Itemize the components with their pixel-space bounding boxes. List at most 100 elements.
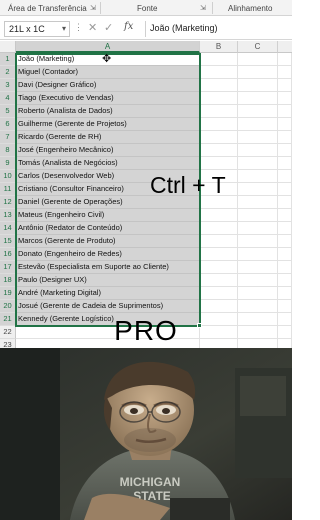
cell-a[interactable]: Miguel (Contador): [16, 66, 200, 79]
row-header[interactable]: 2: [0, 66, 16, 79]
cell-a[interactable]: Ricardo (Gerente de RH): [16, 131, 200, 144]
empty-cell[interactable]: [238, 274, 278, 287]
empty-cell[interactable]: [238, 235, 278, 248]
empty-cell[interactable]: [200, 157, 238, 170]
empty-cell[interactable]: [278, 287, 292, 300]
row-header[interactable]: 3: [0, 79, 16, 92]
empty-cell[interactable]: [200, 131, 238, 144]
row-header[interactable]: 5: [0, 105, 16, 118]
cell-a[interactable]: Estevão (Especialista em Suporte ao Clie…: [16, 261, 200, 274]
row-header[interactable]: 18: [0, 274, 16, 287]
cell-a[interactable]: Paulo (Designer UX): [16, 274, 200, 287]
row-header[interactable]: 10: [0, 170, 16, 183]
empty-cell[interactable]: [278, 183, 292, 196]
empty-cell[interactable]: [278, 79, 292, 92]
empty-cell[interactable]: [200, 274, 238, 287]
dialog-launcher-icon[interactable]: ⇲: [200, 4, 206, 12]
column-header-c[interactable]: C: [238, 41, 278, 53]
empty-cell[interactable]: [238, 222, 278, 235]
more-options-icon[interactable]: ⋮: [74, 22, 83, 33]
cell-a[interactable]: Tomás (Analista de Negócios): [16, 157, 200, 170]
empty-cell[interactable]: [238, 287, 278, 300]
confirm-icon[interactable]: ✓: [104, 21, 113, 34]
empty-cell[interactable]: [200, 79, 238, 92]
empty-cell[interactable]: [238, 66, 278, 79]
row-header[interactable]: 11: [0, 183, 16, 196]
dialog-launcher-icon[interactable]: ⇲: [90, 4, 96, 12]
empty-cell[interactable]: [238, 300, 278, 313]
empty-cell[interactable]: [278, 261, 292, 274]
cell-a[interactable]: Tiago (Executivo de Vendas): [16, 92, 200, 105]
row-header[interactable]: 12: [0, 196, 16, 209]
row-header[interactable]: 17: [0, 261, 16, 274]
empty-cell[interactable]: [200, 235, 238, 248]
empty-cell[interactable]: [278, 131, 292, 144]
ribbon-group-alignment[interactable]: Alinhamento: [228, 4, 272, 13]
empty-cell[interactable]: [200, 248, 238, 261]
empty-cell[interactable]: [238, 105, 278, 118]
empty-cell[interactable]: [278, 66, 292, 79]
empty-cell[interactable]: [200, 105, 238, 118]
empty-cell[interactable]: [238, 157, 278, 170]
empty-cell[interactable]: [278, 53, 292, 66]
formula-input[interactable]: João (Marketing): [150, 23, 218, 33]
empty-cell[interactable]: [238, 118, 278, 131]
empty-cell[interactable]: [278, 118, 292, 131]
cell-a[interactable]: Antônio (Redator de Conteúdo): [16, 222, 200, 235]
empty-cell[interactable]: [200, 209, 238, 222]
cell-a[interactable]: Josué (Gerente de Cadeia de Suprimentos): [16, 300, 200, 313]
cell-a[interactable]: Mateus (Engenheiro Civil): [16, 209, 200, 222]
empty-cell[interactable]: [238, 196, 278, 209]
column-header-next[interactable]: [278, 41, 292, 53]
empty-cell[interactable]: [278, 170, 292, 183]
insert-function-icon[interactable]: fx: [124, 21, 133, 32]
row-header[interactable]: 7: [0, 131, 16, 144]
empty-cell[interactable]: [278, 157, 292, 170]
empty-cell[interactable]: [200, 300, 238, 313]
empty-cell[interactable]: [200, 92, 238, 105]
empty-cell[interactable]: [278, 209, 292, 222]
cell-a[interactable]: José (Engenheiro Mecânico): [16, 144, 200, 157]
cell-a[interactable]: Davi (Designer Gráfico): [16, 79, 200, 92]
row-header[interactable]: 8: [0, 144, 16, 157]
empty-cell[interactable]: [238, 79, 278, 92]
cell-a[interactable]: Donato (Engenheiro de Redes): [16, 248, 200, 261]
empty-cell[interactable]: [278, 92, 292, 105]
empty-cell[interactable]: [238, 92, 278, 105]
empty-cell[interactable]: [278, 222, 292, 235]
empty-cell[interactable]: [278, 248, 292, 261]
empty-cell[interactable]: [278, 144, 292, 157]
empty-cell[interactable]: [238, 248, 278, 261]
name-box[interactable]: 21L x 1C ▾: [4, 21, 70, 37]
empty-cell[interactable]: [278, 196, 292, 209]
empty-cell[interactable]: [278, 235, 292, 248]
cell-a[interactable]: André (Marketing Digital): [16, 287, 200, 300]
empty-cell[interactable]: [200, 287, 238, 300]
empty-cell[interactable]: [278, 274, 292, 287]
empty-cell[interactable]: [200, 66, 238, 79]
empty-cell[interactable]: [238, 209, 278, 222]
row-header[interactable]: 13: [0, 209, 16, 222]
row-header[interactable]: 6: [0, 118, 16, 131]
ribbon-group-font[interactable]: Fonte: [137, 4, 157, 13]
row-header[interactable]: 9: [0, 157, 16, 170]
cell-a[interactable]: Roberto (Analista de Dados): [16, 105, 200, 118]
empty-cell[interactable]: [278, 300, 292, 313]
row-header[interactable]: 4: [0, 92, 16, 105]
empty-cell[interactable]: [238, 261, 278, 274]
empty-cell[interactable]: [238, 170, 278, 183]
empty-cell[interactable]: [200, 144, 238, 157]
ribbon-group-clipboard[interactable]: Área de Transferência: [8, 4, 87, 13]
cell-a[interactable]: Marcos (Gerente de Produto): [16, 235, 200, 248]
empty-cell[interactable]: [278, 105, 292, 118]
empty-cell[interactable]: [238, 144, 278, 157]
cancel-icon[interactable]: ✕: [88, 21, 97, 34]
row-header[interactable]: 16: [0, 248, 16, 261]
row-header[interactable]: 19: [0, 287, 16, 300]
row-header[interactable]: 14: [0, 222, 16, 235]
column-header-b[interactable]: B: [200, 41, 238, 53]
row-header[interactable]: 15: [0, 235, 16, 248]
spreadsheet-grid[interactable]: A B C 1 João (Marketing) 2 Miguel (Contador…: [0, 41, 292, 352]
empty-cell[interactable]: [238, 183, 278, 196]
empty-cell[interactable]: [238, 131, 278, 144]
